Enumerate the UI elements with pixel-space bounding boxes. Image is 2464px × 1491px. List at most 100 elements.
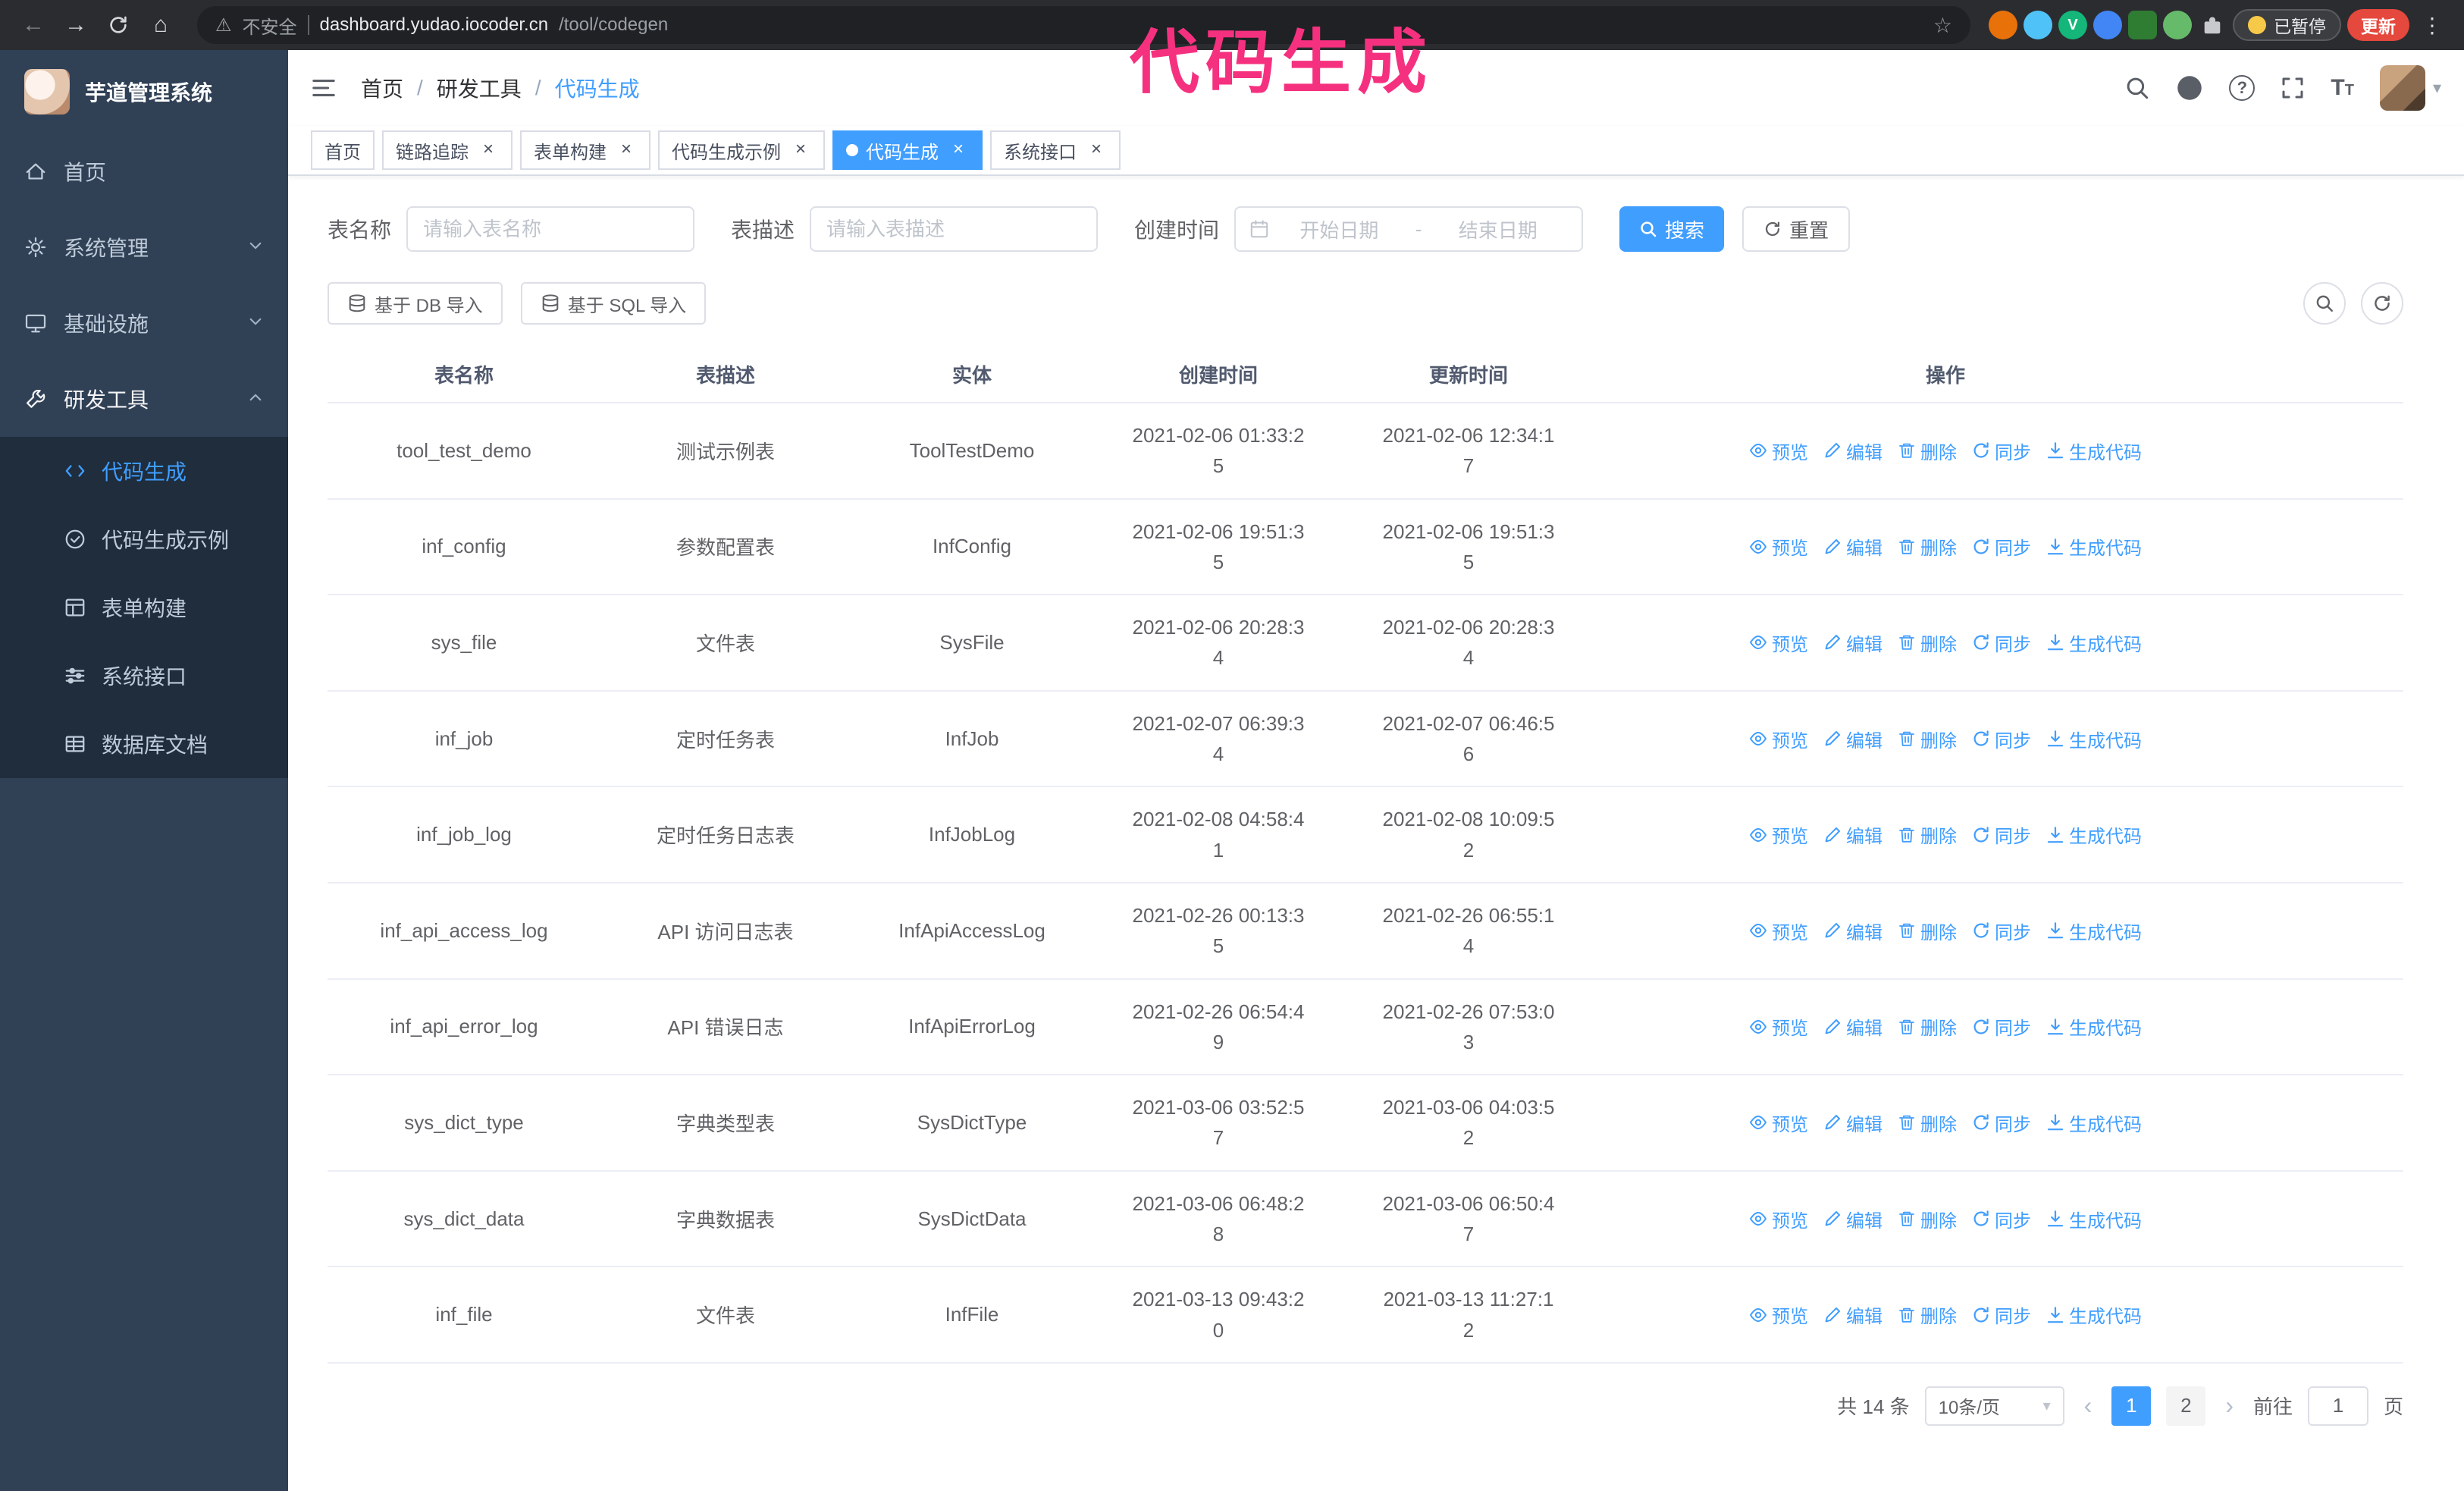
user-menu[interactable]: ▾ — [2379, 65, 2441, 111]
delete-link[interactable]: 删除 — [1898, 726, 1957, 752]
font-size-icon[interactable]: TT — [2331, 75, 2354, 101]
sidebar-item-home[interactable]: 首页 — [0, 133, 288, 209]
browser-back-icon[interactable]: ← — [15, 7, 52, 43]
tab-codegen[interactable]: 代码生成 × — [832, 130, 983, 170]
import-sql-button[interactable]: 基于 SQL 导入 — [520, 282, 707, 325]
toggle-search-button[interactable] — [2303, 282, 2346, 325]
delete-link[interactable]: 删除 — [1898, 533, 1957, 560]
sync-link[interactable]: 同步 — [1972, 821, 2031, 848]
browser-reload-icon[interactable] — [100, 7, 136, 43]
delete-link[interactable]: 删除 — [1898, 918, 1957, 944]
close-icon[interactable]: × — [616, 140, 637, 161]
github-icon[interactable] — [2176, 74, 2203, 102]
delete-link[interactable]: 删除 — [1898, 1206, 1957, 1232]
preview-link[interactable]: 预览 — [1749, 918, 1808, 944]
preview-link[interactable]: 预览 — [1749, 1301, 1808, 1328]
edit-link[interactable]: 编辑 — [1823, 438, 1882, 464]
generate-code-link[interactable]: 生成代码 — [2046, 918, 2142, 944]
sidebar-item-system[interactable]: 系统管理 — [0, 209, 288, 285]
edit-link[interactable]: 编辑 — [1823, 1013, 1882, 1040]
close-icon[interactable]: × — [478, 140, 499, 161]
preview-link[interactable]: 预览 — [1749, 1110, 1808, 1136]
delete-link[interactable]: 删除 — [1898, 1013, 1957, 1040]
generate-code-link[interactable]: 生成代码 — [2046, 533, 2142, 560]
address-bar[interactable]: ⚠ 不安全 dashboard.yudao.iocoder.cn /tool/c… — [197, 6, 1970, 44]
sidebar-item-devtools[interactable]: 研发工具 — [0, 361, 288, 437]
sidebar-item-system-api[interactable]: 系统接口 — [0, 642, 288, 710]
tab-system-api[interactable]: 系统接口 × — [990, 130, 1121, 170]
extension-icon[interactable] — [2024, 11, 2052, 39]
page-number-1[interactable]: 1 — [2111, 1386, 2152, 1426]
fullscreen-icon[interactable] — [2281, 76, 2305, 100]
refresh-table-button[interactable] — [2361, 282, 2403, 325]
generate-code-link[interactable]: 生成代码 — [2046, 1301, 2142, 1328]
sync-link[interactable]: 同步 — [1972, 1206, 2031, 1232]
tab-form-builder[interactable]: 表单构建 × — [520, 130, 650, 170]
delete-link[interactable]: 删除 — [1898, 821, 1957, 848]
help-icon[interactable]: ? — [2229, 75, 2256, 101]
prev-page-button[interactable]: ‹ — [2080, 1392, 2097, 1420]
generate-code-link[interactable]: 生成代码 — [2046, 1110, 2142, 1136]
edit-link[interactable]: 编辑 — [1823, 1110, 1882, 1136]
generate-code-link[interactable]: 生成代码 — [2046, 438, 2142, 464]
table-name-input[interactable] — [406, 206, 695, 252]
paused-badge[interactable]: 已暂停 — [2233, 9, 2341, 41]
sidebar-fold-icon[interactable] — [311, 75, 337, 101]
close-icon[interactable]: × — [948, 140, 969, 161]
delete-link[interactable]: 删除 — [1898, 1301, 1957, 1328]
generate-code-link[interactable]: 生成代码 — [2046, 1206, 2142, 1232]
preview-link[interactable]: 预览 — [1749, 438, 1808, 464]
generate-code-link[interactable]: 生成代码 — [2046, 726, 2142, 752]
puzzle-icon[interactable] — [2198, 11, 2227, 39]
breadcrumb-devtools[interactable]: 研发工具 — [437, 73, 522, 103]
app-logo[interactable]: 芋道管理系统 — [0, 50, 288, 133]
edit-link[interactable]: 编辑 — [1823, 918, 1882, 944]
edit-link[interactable]: 编辑 — [1823, 726, 1882, 752]
sidebar-item-form-builder[interactable]: 表单构建 — [0, 573, 288, 642]
browser-forward-icon[interactable]: → — [58, 7, 94, 43]
update-button[interactable]: 更新 — [2347, 9, 2409, 41]
extension-icon[interactable] — [2093, 11, 2122, 39]
security-label[interactable]: 不安全 — [243, 12, 297, 39]
reset-button[interactable]: 重置 — [1742, 206, 1851, 252]
browser-home-icon[interactable]: ⌂ — [143, 7, 179, 43]
generate-code-link[interactable]: 生成代码 — [2046, 1013, 2142, 1040]
sync-link[interactable]: 同步 — [1972, 918, 2031, 944]
page-number-2[interactable]: 2 — [2166, 1386, 2206, 1426]
breadcrumb-home[interactable]: 首页 — [361, 73, 403, 103]
generate-code-link[interactable]: 生成代码 — [2046, 629, 2142, 656]
extension-icon[interactable] — [2128, 11, 2157, 39]
search-button[interactable]: 搜索 — [1619, 206, 1725, 252]
import-db-button[interactable]: 基于 DB 导入 — [328, 282, 503, 325]
sync-link[interactable]: 同步 — [1972, 438, 2031, 464]
sidebar-item-db-doc[interactable]: 数据库文档 — [0, 710, 288, 778]
next-page-button[interactable]: › — [2221, 1392, 2238, 1420]
tab-codegen-example[interactable]: 代码生成示例 × — [658, 130, 825, 170]
bookmark-star-icon[interactable]: ☆ — [1933, 13, 1952, 38]
preview-link[interactable]: 预览 — [1749, 1206, 1808, 1232]
extension-icon[interactable] — [2163, 11, 2192, 39]
sync-link[interactable]: 同步 — [1972, 726, 2031, 752]
delete-link[interactable]: 删除 — [1898, 438, 1957, 464]
goto-page-input[interactable] — [2307, 1386, 2368, 1426]
sync-link[interactable]: 同步 — [1972, 1013, 2031, 1040]
edit-link[interactable]: 编辑 — [1823, 1206, 1882, 1232]
close-icon[interactable]: × — [790, 140, 811, 161]
generate-code-link[interactable]: 生成代码 — [2046, 821, 2142, 848]
sidebar-item-codegen[interactable]: 代码生成 — [0, 437, 288, 505]
edit-link[interactable]: 编辑 — [1823, 821, 1882, 848]
edit-link[interactable]: 编辑 — [1823, 1301, 1882, 1328]
preview-link[interactable]: 预览 — [1749, 1013, 1808, 1040]
edit-link[interactable]: 编辑 — [1823, 629, 1882, 656]
sidebar-item-infrastructure[interactable]: 基础设施 — [0, 285, 288, 361]
close-icon[interactable]: × — [1086, 140, 1107, 161]
preview-link[interactable]: 预览 — [1749, 726, 1808, 752]
delete-link[interactable]: 删除 — [1898, 629, 1957, 656]
search-icon[interactable] — [2124, 75, 2150, 101]
extension-icon[interactable] — [1989, 11, 2017, 39]
date-range-picker[interactable]: 开始日期 - 结束日期 — [1234, 206, 1584, 252]
sync-link[interactable]: 同步 — [1972, 1110, 2031, 1136]
tab-tracing[interactable]: 链路追踪 × — [382, 130, 513, 170]
sync-link[interactable]: 同步 — [1972, 629, 2031, 656]
table-desc-input[interactable] — [810, 206, 1099, 252]
